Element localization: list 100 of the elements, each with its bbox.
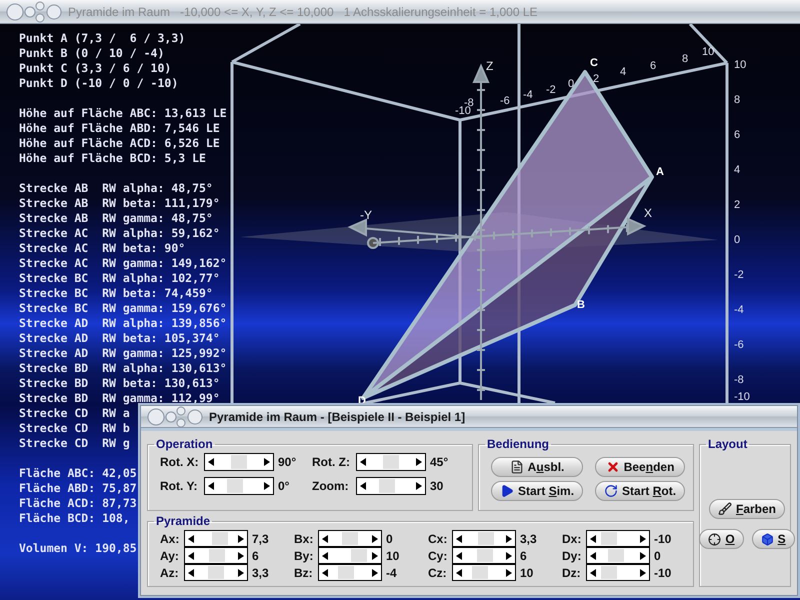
caret-left-icon[interactable] [456,534,462,542]
scrollbar[interactable] [184,530,248,547]
scale-label: -8 [734,374,744,386]
info-line: Punkt C (3,3 / 6 / 10) [19,61,172,76]
info-line: Strecke BD RW alpha: 130,613° [19,361,227,376]
slider-value: 10 [520,566,534,580]
scroll-thumb[interactable] [601,566,618,579]
slider-label: Ay: [160,548,180,562]
scrollbar[interactable] [204,477,274,495]
scale-label: 6 [734,129,740,141]
scroll-thumb[interactable] [383,455,399,469]
caret-right-icon[interactable] [238,552,244,560]
caret-left-icon[interactable] [456,552,462,560]
scrollbar[interactable] [452,547,516,564]
window-controls-icon[interactable] [6,0,62,22]
caret-right-icon[interactable] [506,534,512,542]
scrollbar[interactable] [586,564,650,581]
caret-left-icon[interactable] [208,458,214,466]
crosshair-icon [708,532,722,546]
caret-right-icon[interactable] [264,458,270,466]
scrollbar[interactable] [204,453,274,471]
caret-right-icon[interactable] [238,534,244,542]
scroll-thumb[interactable] [208,549,225,562]
caret-left-icon[interactable] [590,552,596,560]
caret-right-icon[interactable] [372,552,378,560]
caret-right-icon[interactable] [506,552,512,560]
info-line: Fläche BCD: 108, [19,511,130,526]
caret-left-icon[interactable] [590,534,596,542]
scrollbar[interactable] [452,564,516,581]
caret-right-icon[interactable] [640,534,646,542]
scrollbar[interactable] [356,453,426,471]
scroll-thumb[interactable] [231,455,247,469]
slider-value: 45° [430,455,450,469]
caret-left-icon[interactable] [360,458,366,466]
scrollbar[interactable] [586,547,650,564]
scrollbar[interactable] [356,477,426,495]
info-line: Strecke BD RW gamma: 112,99° [19,391,220,406]
scrollbar[interactable] [318,530,382,547]
window-controls-icon[interactable] [147,406,203,428]
scrollbar[interactable] [184,547,248,564]
scroll-thumb[interactable] [338,566,354,579]
scroll-thumb[interactable] [350,549,367,562]
scrollbar[interactable] [318,547,382,564]
action-button[interactable]: Start Rot. [595,481,686,501]
scrollbar[interactable] [184,564,248,581]
scale-label: -2 [546,84,556,96]
info-line: Strecke AC RW beta: 90° [19,241,186,256]
caret-left-icon[interactable] [360,482,366,490]
slider-label: Ax: [160,532,180,546]
scroll-thumb[interactable] [227,479,243,493]
scroll-thumb[interactable] [208,566,224,579]
caret-left-icon[interactable] [188,552,194,560]
slider-value: 6 [252,548,260,562]
group-title: Layout [707,437,748,451]
scale-label: -6 [734,339,744,351]
scroll-thumb[interactable] [472,566,488,579]
scroll-thumb[interactable] [212,532,228,545]
caret-right-icon[interactable] [506,568,512,576]
info-line: Strecke BC RW gamma: 159,676° [19,301,227,316]
action-button[interactable]: Ausbl. [491,457,584,477]
colors-button[interactable]: Farben [708,499,786,519]
action-button[interactable]: Beenden [595,457,686,477]
caret-left-icon[interactable] [188,568,194,576]
scroll-thumb[interactable] [601,532,618,545]
caret-right-icon[interactable] [372,568,378,576]
caret-right-icon[interactable] [372,534,378,542]
caret-right-icon[interactable] [416,458,422,466]
action-button[interactable]: Start Sim. [491,481,584,501]
scrollbar[interactable] [452,530,516,547]
caret-left-icon[interactable] [590,568,596,576]
scrollbar[interactable] [318,564,382,581]
scrollbar[interactable] [586,530,650,547]
scroll-thumb[interactable] [608,549,624,562]
caret-left-icon[interactable] [322,568,328,576]
caret-left-icon[interactable] [208,482,214,490]
point-label: B [577,299,585,311]
caret-left-icon[interactable] [188,534,194,542]
slider-label: Dx: [562,532,582,546]
scroll-thumb[interactable] [342,532,358,545]
view-button[interactable]: S [752,529,795,549]
info-line: Fläche ABD: 75,87 [19,481,137,496]
caret-right-icon[interactable] [416,482,422,490]
caret-left-icon[interactable] [456,568,462,576]
scale-label: 8 [682,53,688,65]
caret-right-icon[interactable] [640,568,646,576]
info-line: Strecke AD RW alpha: 139,856° [19,316,227,331]
caret-right-icon[interactable] [264,482,270,490]
caret-right-icon[interactable] [640,552,646,560]
caret-right-icon[interactable] [238,568,244,576]
slider-label: Bx: [294,532,314,546]
scroll-thumb[interactable] [476,549,493,562]
group-title: Pyramide [155,514,212,528]
scroll-thumb[interactable] [478,532,494,545]
info-line: Höhe auf Fläche ACD: 6,526 LE [19,136,220,151]
scroll-thumb[interactable] [379,479,395,493]
view-button[interactable]: O [699,529,744,549]
axis-label: X [644,206,652,220]
slider-label: Cy: [428,548,448,562]
caret-left-icon[interactable] [322,534,328,542]
caret-left-icon[interactable] [322,552,328,560]
